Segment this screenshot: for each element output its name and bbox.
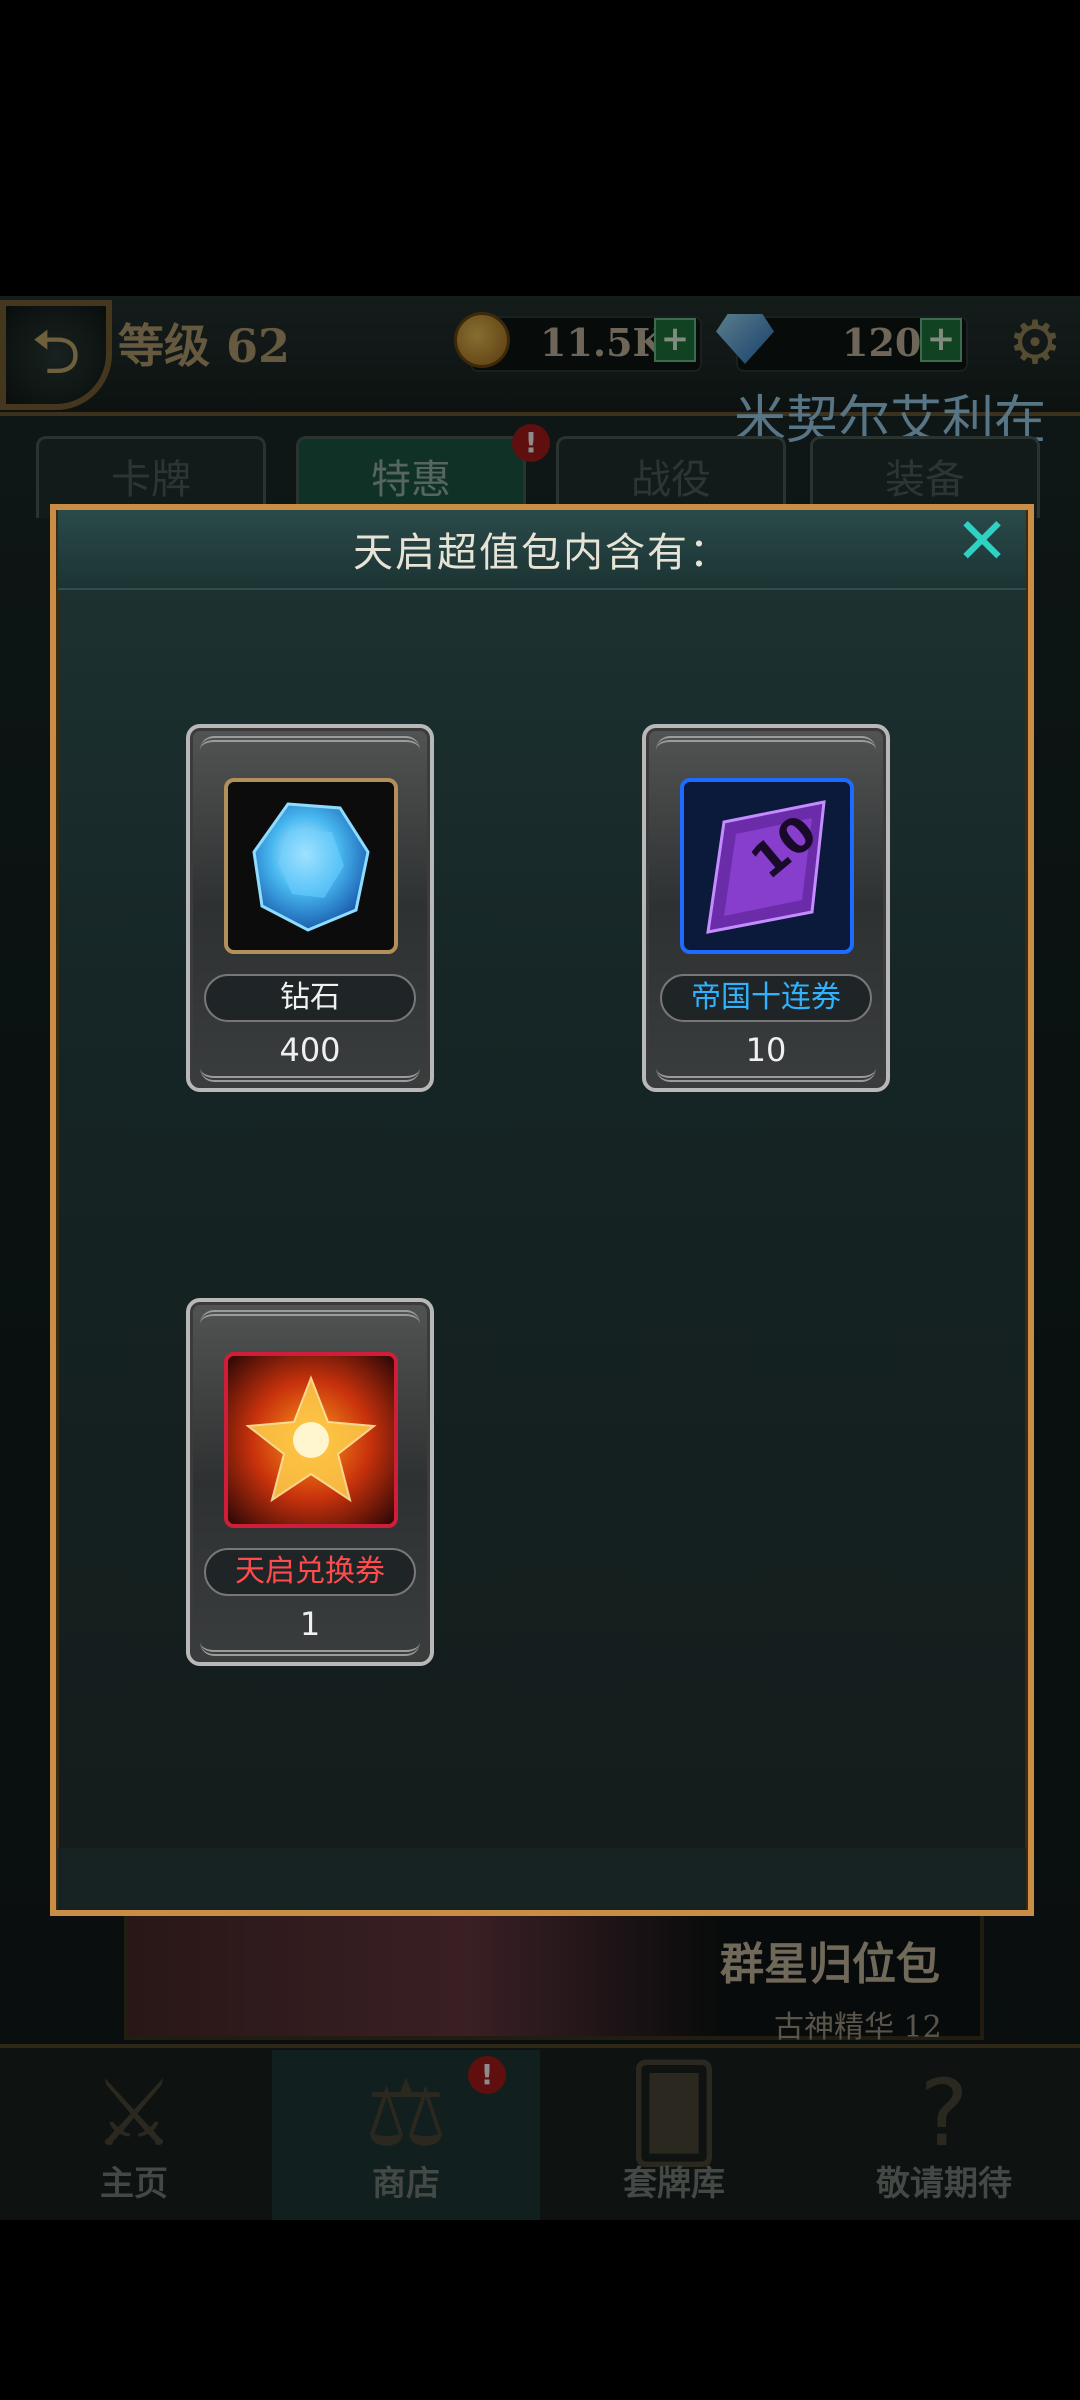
- item-name: 钻石: [204, 974, 416, 1022]
- item-name: 天启兑换券: [204, 1548, 416, 1596]
- item-card-apocalypse-voucher[interactable]: 天启兑换券 1: [186, 1298, 434, 1666]
- item-card-diamond[interactable]: 钻石 400: [186, 724, 434, 1092]
- item-name: 帝国十连券: [660, 974, 872, 1022]
- apocalypse-star-icon: [224, 1352, 398, 1528]
- dialog-title: 天启超值包内含有：: [353, 530, 731, 576]
- card-ornament-bottom: [200, 1062, 420, 1082]
- pack-contents-dialog: [50, 504, 1034, 1916]
- close-icon[interactable]: ✕: [954, 510, 1010, 574]
- card-ornament-top: [200, 1310, 420, 1338]
- card-ornament-bottom: [200, 1636, 420, 1656]
- diamond-icon: [224, 778, 398, 954]
- card-ornament-top: [656, 736, 876, 764]
- card-ornament-top: [200, 736, 420, 764]
- card-ornament-bottom: [656, 1062, 876, 1082]
- ten-draw-ticket-icon: 10: [680, 778, 854, 954]
- dialog-footer: [58, 1848, 1026, 1910]
- item-card-ten-draw-ticket[interactable]: 10 帝国十连券 10: [642, 724, 890, 1092]
